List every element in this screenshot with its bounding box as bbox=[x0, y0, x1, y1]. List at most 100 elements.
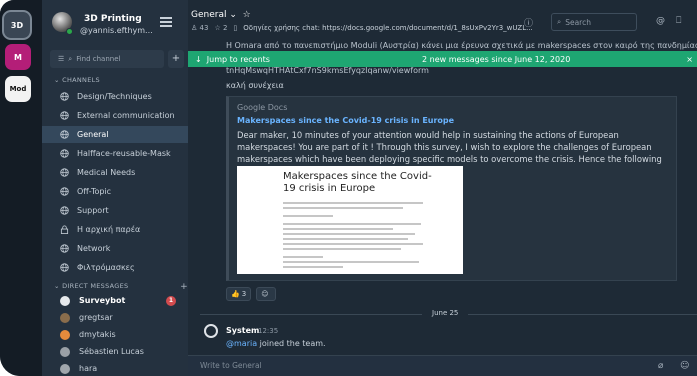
post-link[interactable]: tnHqMswqHTHAtCxf7nS9kmsEfyqzIqanw/viewfo… bbox=[226, 66, 429, 75]
avatar bbox=[60, 312, 70, 323]
team-m[interactable]: M bbox=[5, 44, 31, 70]
add-dm-button[interactable]: + bbox=[180, 282, 188, 292]
new-messages-banner[interactable]: ↓ Jump to recents 2 new messages since J… bbox=[188, 51, 697, 67]
channel-header: General ⌄ ☆ ♙ 43 ☆ 2 ▯ Οδηγίες χρήσης ch… bbox=[188, 0, 697, 40]
globe-icon bbox=[60, 263, 77, 272]
username[interactable]: @yannis.efthym... bbox=[80, 26, 153, 35]
lock-icon bbox=[60, 225, 77, 234]
avatar bbox=[60, 329, 70, 340]
pinned-count[interactable]: ☆ 2 bbox=[214, 24, 227, 32]
sidebar-channel-label: Φιλτρόμασκες bbox=[77, 263, 135, 272]
add-reaction-button[interactable]: ☺ bbox=[256, 287, 276, 301]
channels-section-header[interactable]: ⌄ CHANNELS bbox=[54, 76, 100, 84]
reaction-thumbs-up[interactable]: 👍 3 bbox=[226, 287, 252, 301]
preview-image[interactable]: Makerspaces since the Covid-19 crisis in… bbox=[237, 166, 463, 274]
dm-item[interactable]: hara bbox=[42, 360, 188, 376]
avatar bbox=[60, 363, 70, 374]
system-message: @maria joined the team. bbox=[226, 339, 326, 348]
menu-lines-icon: ☰ bbox=[58, 55, 65, 63]
sidebar-channel-item[interactable]: Halfface-reusable-Mask bbox=[42, 145, 188, 162]
close-icon[interactable]: × bbox=[686, 55, 693, 64]
file-icon[interactable]: ▯ bbox=[233, 24, 237, 32]
doc-text-line bbox=[283, 228, 393, 230]
globe-icon bbox=[60, 111, 77, 120]
post-text: Η Omara από το πανεπιστήμιο Moduli (Αυστ… bbox=[226, 41, 697, 50]
search-placeholder: Search bbox=[565, 17, 591, 27]
team-3d-printing[interactable]: 3D bbox=[4, 12, 30, 38]
post-author[interactable]: System bbox=[226, 326, 259, 335]
member-count[interactable]: ♙ 43 bbox=[191, 24, 208, 32]
channel-name: General ⌄ bbox=[191, 10, 237, 20]
find-channel-button[interactable]: ☰ ⌕ Find channel bbox=[50, 50, 164, 68]
globe-icon bbox=[60, 206, 77, 215]
dm-item[interactable]: Sébastien Lucas bbox=[42, 343, 188, 360]
doc-text-line bbox=[283, 202, 423, 204]
channel-view: General ⌄ ☆ ♙ 43 ☆ 2 ▯ Οδηγίες χρήσης ch… bbox=[188, 0, 697, 376]
sidebar-channel-label: External communication bbox=[77, 111, 175, 120]
attachment-icon[interactable]: ⌀ bbox=[658, 361, 663, 371]
sidebar-channel-label: Network bbox=[77, 244, 111, 253]
doc-text-line bbox=[283, 238, 408, 240]
unread-badge: 1 bbox=[166, 296, 176, 306]
doc-text-line bbox=[283, 207, 403, 209]
find-channel-label: Find channel bbox=[76, 55, 121, 63]
dm-item[interactable]: gregtsar bbox=[42, 309, 188, 326]
sidebar-channel-item[interactable]: General bbox=[42, 126, 188, 143]
search-input[interactable]: ⌕ Search bbox=[551, 13, 637, 31]
star-icon[interactable]: ☆ bbox=[243, 10, 251, 20]
sidebar-channel-item[interactable]: Design/Techniques bbox=[42, 88, 188, 105]
jump-to-recents-button[interactable]: ↓ Jump to recents bbox=[195, 55, 270, 64]
pinned-count-value: 2 bbox=[222, 24, 228, 32]
dm-section-header[interactable]: ⌄ DIRECT MESSAGES + bbox=[54, 282, 188, 292]
team-mod[interactable]: Mod bbox=[5, 76, 31, 102]
online-status-icon bbox=[66, 28, 73, 35]
link-preview: Google Docs Makerspaces since the Covid-… bbox=[226, 96, 677, 281]
hamburger-menu-icon[interactable] bbox=[160, 17, 172, 27]
emoji-icon[interactable]: ☺ bbox=[680, 361, 689, 371]
sidebar-channel-item[interactable]: Medical Needs bbox=[42, 164, 188, 181]
thumbs-up-icon: 👍 bbox=[231, 290, 240, 298]
sidebar-channel-label: Η αρχική παρέα bbox=[77, 225, 141, 234]
sidebar-channel-item[interactable]: Η αρχική παρέα bbox=[42, 221, 188, 238]
reactions: 👍 3 ☺ bbox=[226, 287, 276, 301]
preview-site-name: Google Docs bbox=[237, 103, 288, 112]
sidebar-header: 3D Printing @yannis.efthym... bbox=[42, 8, 188, 40]
add-channel-button[interactable]: + bbox=[168, 50, 184, 68]
doc-text-line bbox=[283, 266, 343, 268]
doc-text-line bbox=[283, 261, 419, 263]
avatar bbox=[60, 346, 70, 357]
channel-title[interactable]: General ⌄ ☆ bbox=[191, 10, 251, 20]
sidebar-channel-item[interactable]: Off-Topic bbox=[42, 183, 188, 200]
jump-label: Jump to recents bbox=[206, 54, 270, 64]
team-sidebar: 3D M Mod bbox=[0, 0, 42, 376]
message-composer[interactable]: Write to General ⌀ ☺ bbox=[188, 355, 697, 376]
dm-label: Sébastien Lucas bbox=[79, 347, 144, 356]
sidebar-channel-item[interactable]: Network bbox=[42, 240, 188, 257]
separator-line bbox=[468, 314, 697, 315]
avatar bbox=[60, 295, 70, 306]
preview-title-link[interactable]: Makerspaces since the Covid-19 crisis in… bbox=[237, 116, 454, 125]
dm-item[interactable]: dmytakis bbox=[42, 326, 188, 343]
saved-items-icon[interactable]: ⎕ bbox=[676, 16, 681, 26]
doc-text-line bbox=[283, 248, 401, 250]
sidebar-channel-label: General bbox=[77, 130, 109, 139]
doc-text-line bbox=[283, 223, 421, 225]
channel-meta: ♙ 43 ☆ 2 ▯ Οδηγίες χρήσης chat: https://… bbox=[191, 24, 533, 32]
doc-text-line bbox=[283, 243, 423, 245]
post-timestamp[interactable]: 12:35 bbox=[258, 327, 278, 335]
channel-header-text[interactable]: Οδηγίες χρήσης chat: https://docs.google… bbox=[243, 24, 533, 32]
info-icon[interactable]: ⓘ bbox=[524, 16, 533, 29]
app-window: 3D M Mod 3D Printing @yannis.efthym... ☰… bbox=[0, 0, 697, 376]
dm-item[interactable]: Surveybot 1 bbox=[42, 292, 188, 309]
dm-label: hara bbox=[79, 364, 98, 373]
team-name[interactable]: 3D Printing bbox=[84, 14, 142, 24]
message-input[interactable]: Write to General bbox=[200, 361, 262, 370]
sidebar-channel-item[interactable]: Φιλτρόμασκες bbox=[42, 259, 188, 276]
user-mention[interactable]: @maria bbox=[226, 339, 257, 348]
post-text: καλή συνέχεια bbox=[226, 81, 284, 90]
sidebar-channel-item[interactable]: Support bbox=[42, 202, 188, 219]
mentions-icon[interactable]: @ bbox=[656, 16, 665, 26]
sidebar-channel-item[interactable]: External communication bbox=[42, 107, 188, 124]
dm-label: Surveybot bbox=[79, 296, 126, 305]
globe-icon bbox=[60, 244, 77, 253]
